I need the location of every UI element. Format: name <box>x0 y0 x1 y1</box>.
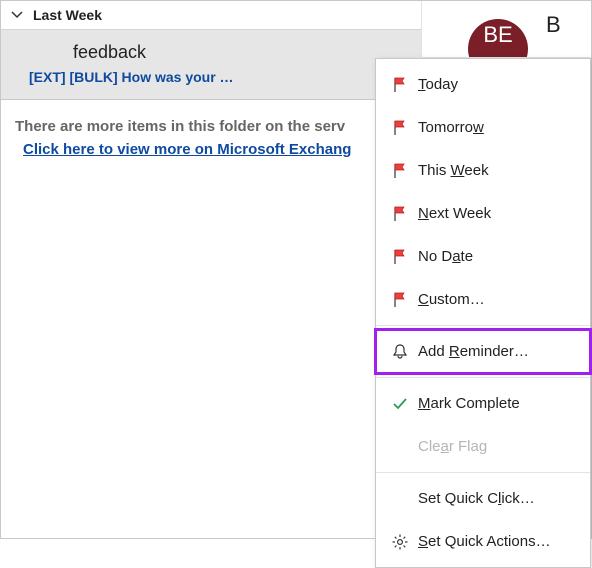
menu-set-quick-actions[interactable]: Set Quick Actions… <box>376 520 590 563</box>
menu-custom-label: Custom… <box>418 291 485 308</box>
avatar-area: BE B <box>421 1 591 58</box>
menu-today-label: Today <box>418 76 458 93</box>
menu-separator <box>376 325 590 326</box>
menu-clear-flag-label: Clear Flag <box>418 438 487 455</box>
chevron-down-icon <box>11 9 23 21</box>
menu-tomorrow-label: Tomorrow <box>418 119 484 136</box>
menu-this-week-label: This Week <box>418 162 489 179</box>
menu-mark-complete-label: Mark Complete <box>418 395 520 412</box>
menu-quick-click-label: Set Quick Click… <box>418 490 535 507</box>
menu-add-reminder[interactable]: Add Reminder… <box>376 330 590 373</box>
menu-clear-flag: Clear Flag <box>376 425 590 468</box>
menu-add-reminder-label: Add Reminder… <box>418 343 529 360</box>
menu-tomorrow[interactable]: Tomorrow <box>376 106 590 149</box>
bell-icon <box>386 343 414 361</box>
flag-icon <box>386 119 414 137</box>
avatar-side-letter: B <box>546 12 561 38</box>
menu-no-date-label: No Date <box>418 248 473 265</box>
menu-set-quick-click[interactable]: Set Quick Click… <box>376 477 590 520</box>
menu-next-week-label: Next Week <box>418 205 491 222</box>
flag-context-menu: Today Tomorrow This Week Next Week No Da… <box>375 58 591 568</box>
menu-separator <box>376 472 590 473</box>
message-preview: [EXT] [BULK] How was your … <box>29 69 234 85</box>
menu-no-date[interactable]: No Date <box>376 235 590 278</box>
avatar[interactable]: BE <box>468 19 528 58</box>
menu-custom[interactable]: Custom… <box>376 278 590 321</box>
check-icon <box>386 395 414 413</box>
group-header-label: Last Week <box>33 7 102 23</box>
flag-icon <box>386 205 414 223</box>
gear-icon <box>386 533 414 551</box>
menu-quick-actions-label: Set Quick Actions… <box>418 533 551 550</box>
menu-this-week[interactable]: This Week <box>376 149 590 192</box>
flag-icon <box>386 248 414 266</box>
menu-separator <box>376 377 590 378</box>
menu-mark-complete[interactable]: Mark Complete <box>376 382 590 425</box>
flag-icon <box>386 162 414 180</box>
flag-icon <box>386 291 414 309</box>
avatar-initials: BE <box>483 22 512 48</box>
flag-icon <box>386 76 414 94</box>
menu-next-week[interactable]: Next Week <box>376 192 590 235</box>
menu-today[interactable]: Today <box>376 63 590 106</box>
